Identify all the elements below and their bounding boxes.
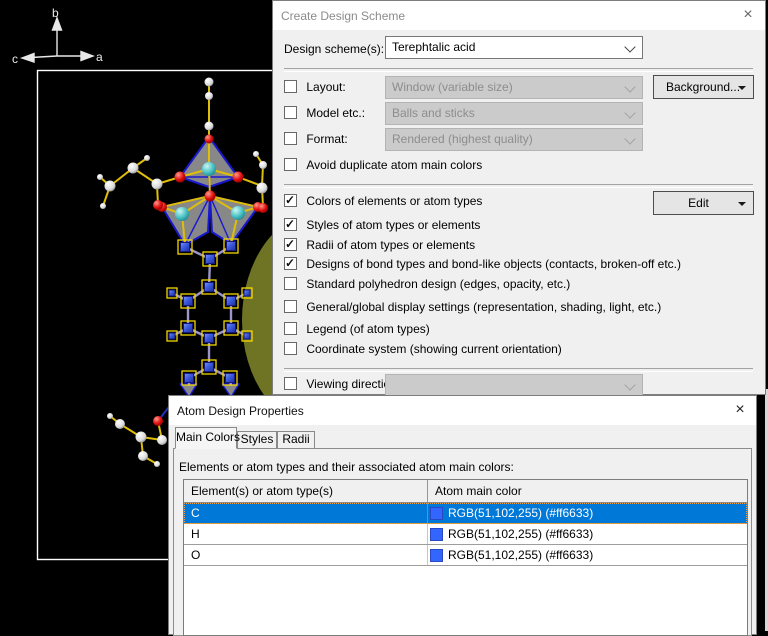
chevron-down-icon [624,133,635,144]
background-button[interactable]: Background... [653,75,754,99]
atom-dialog-title: Atom Design Properties [177,404,304,418]
format-value: Rendered (highest quality) [392,132,533,146]
column-header-element[interactable]: Element(s) or atom type(s) [184,480,428,502]
color-cell[interactable]: RGB(51,102,255) (#ff6633) [428,503,747,523]
general-settings-checkbox-row[interactable]: General/global display settings (represe… [284,300,661,315]
element-cell[interactable]: H [184,524,428,544]
layout-label: Layout: [306,80,345,94]
table-row[interactable]: O RGB(51,102,255) (#ff6633) [184,545,747,566]
chevron-down-icon [624,107,635,118]
colors-checkbox[interactable] [284,194,297,207]
scheme-dialog-titlebar[interactable]: Create Design Scheme × [273,1,765,30]
close-icon[interactable]: × [737,4,759,26]
column-header-color[interactable]: Atom main color [428,480,747,502]
atom-design-properties-dialog: Atom Design Properties × Main Colors Sty… [168,395,757,635]
styles-checkbox-row[interactable]: Styles of atom types or elements [284,218,480,233]
layout-value: Window (variable size) [392,80,513,94]
legend-checkbox[interactable] [284,322,297,335]
table-description: Elements or atom types and their associa… [179,460,514,474]
axis-c-label: c [12,52,18,66]
radii-checkbox-row[interactable]: Radii of atom types or elements [284,238,475,253]
tab-main-colors[interactable]: Main Colors [175,427,237,449]
axis-b-label: b [52,6,59,20]
layout-checkbox-row[interactable]: Layout: [284,80,346,95]
polyhedron-label: Standard polyhedron design (edges, opaci… [306,277,570,291]
layout-combobox: Window (variable size) [385,76,643,99]
format-checkbox-row[interactable]: Format: [284,132,348,147]
color-value: RGB(51,102,255) (#ff6633) [448,548,593,562]
viewing-direction-checkbox[interactable] [284,377,297,390]
separator [284,368,753,372]
edit-button-label: Edit [688,196,709,210]
create-design-scheme-dialog: Create Design Scheme × Design scheme(s):… [272,0,766,395]
polyhedron-checkbox[interactable] [284,277,297,290]
legend-checkbox-row[interactable]: Legend (of atom types) [284,322,430,337]
coordinate-system-label: Coordinate system (showing current orien… [306,342,561,356]
close-icon[interactable]: × [729,399,751,421]
layout-checkbox[interactable] [284,80,297,93]
color-swatch [430,549,443,562]
model-checkbox-row[interactable]: Model etc.: [284,106,365,121]
avoid-duplicate-checkbox-row[interactable]: Avoid duplicate atom main colors [284,158,482,173]
model-checkbox[interactable] [284,106,297,119]
color-swatch [430,507,443,520]
chevron-down-icon [624,379,635,390]
styles-label: Styles of atom types or elements [306,218,480,232]
color-cell[interactable]: RGB(51,102,255) (#ff6633) [428,524,747,544]
edit-button[interactable]: Edit [653,191,754,215]
tab-radii[interactable]: Radii [277,431,315,449]
format-checkbox[interactable] [284,132,297,145]
background-button-label: Background... [666,80,740,94]
dropdown-arrow-icon [738,86,746,94]
viewing-direction-combobox [385,374,643,396]
coordinate-system-checkbox[interactable] [284,342,297,355]
format-label: Format: [306,132,347,146]
polyhedron-checkbox-row[interactable]: Standard polyhedron design (edges, opaci… [284,277,570,292]
colors-label: Colors of elements or atom types [306,194,482,208]
radii-label: Radii of atom types or elements [306,238,475,252]
app-window: { "viewport": { "axis_a": "a", "axis_b":… [0,0,768,631]
model-value: Balls and sticks [392,106,475,120]
scheme-dialog-title: Create Design Scheme [281,9,405,23]
chevron-down-icon [624,81,635,92]
table-header-row: Element(s) or atom type(s) Atom main col… [184,480,747,503]
table-row[interactable]: C RGB(51,102,255) (#ff6633) [184,503,747,524]
design-scheme-label: Design scheme(s): [284,42,384,56]
design-scheme-combobox[interactable]: Terephtalic acid [385,36,643,59]
viewing-direction-checkbox-row[interactable]: Viewing direction: [284,377,400,392]
format-combobox: Rendered (highest quality) [385,128,643,151]
element-cell[interactable]: O [184,545,428,565]
avoid-duplicate-label: Avoid duplicate atom main colors [306,158,482,172]
model-combobox: Balls and sticks [385,102,643,125]
bond-designs-checkbox[interactable] [284,257,297,270]
color-value: RGB(51,102,255) (#ff6633) [448,506,593,520]
bond-designs-label: Designs of bond types and bond-like obje… [306,257,681,271]
design-scheme-value: Terephtalic acid [392,40,475,54]
general-settings-label: General/global display settings (represe… [306,300,661,314]
tab-styles[interactable]: Styles [237,431,277,449]
color-swatch [430,528,443,541]
atom-color-table: Element(s) or atom type(s) Atom main col… [183,479,748,636]
bond-designs-checkbox-row[interactable]: Designs of bond types and bond-like obje… [284,257,681,272]
separator [284,184,753,188]
coordinate-system-checkbox-row[interactable]: Coordinate system (showing current orien… [284,342,562,357]
avoid-duplicate-checkbox[interactable] [284,158,297,171]
element-cell[interactable]: C [184,503,428,523]
color-value: RGB(51,102,255) (#ff6633) [448,527,593,541]
axis-a-label: a [96,50,103,64]
colors-checkbox-row[interactable]: Colors of elements or atom types [284,194,482,209]
table-row[interactable]: H RGB(51,102,255) (#ff6633) [184,524,747,545]
atom-dialog-titlebar[interactable]: Atom Design Properties × [169,396,756,425]
chevron-down-icon [624,41,635,52]
separator [284,68,753,72]
radii-checkbox[interactable] [284,238,297,251]
dropdown-arrow-icon [738,202,746,210]
color-cell[interactable]: RGB(51,102,255) (#ff6633) [428,545,747,565]
general-settings-checkbox[interactable] [284,300,297,313]
model-label: Model etc.: [306,106,365,120]
styles-checkbox[interactable] [284,218,297,231]
legend-label: Legend (of atom types) [306,322,429,336]
